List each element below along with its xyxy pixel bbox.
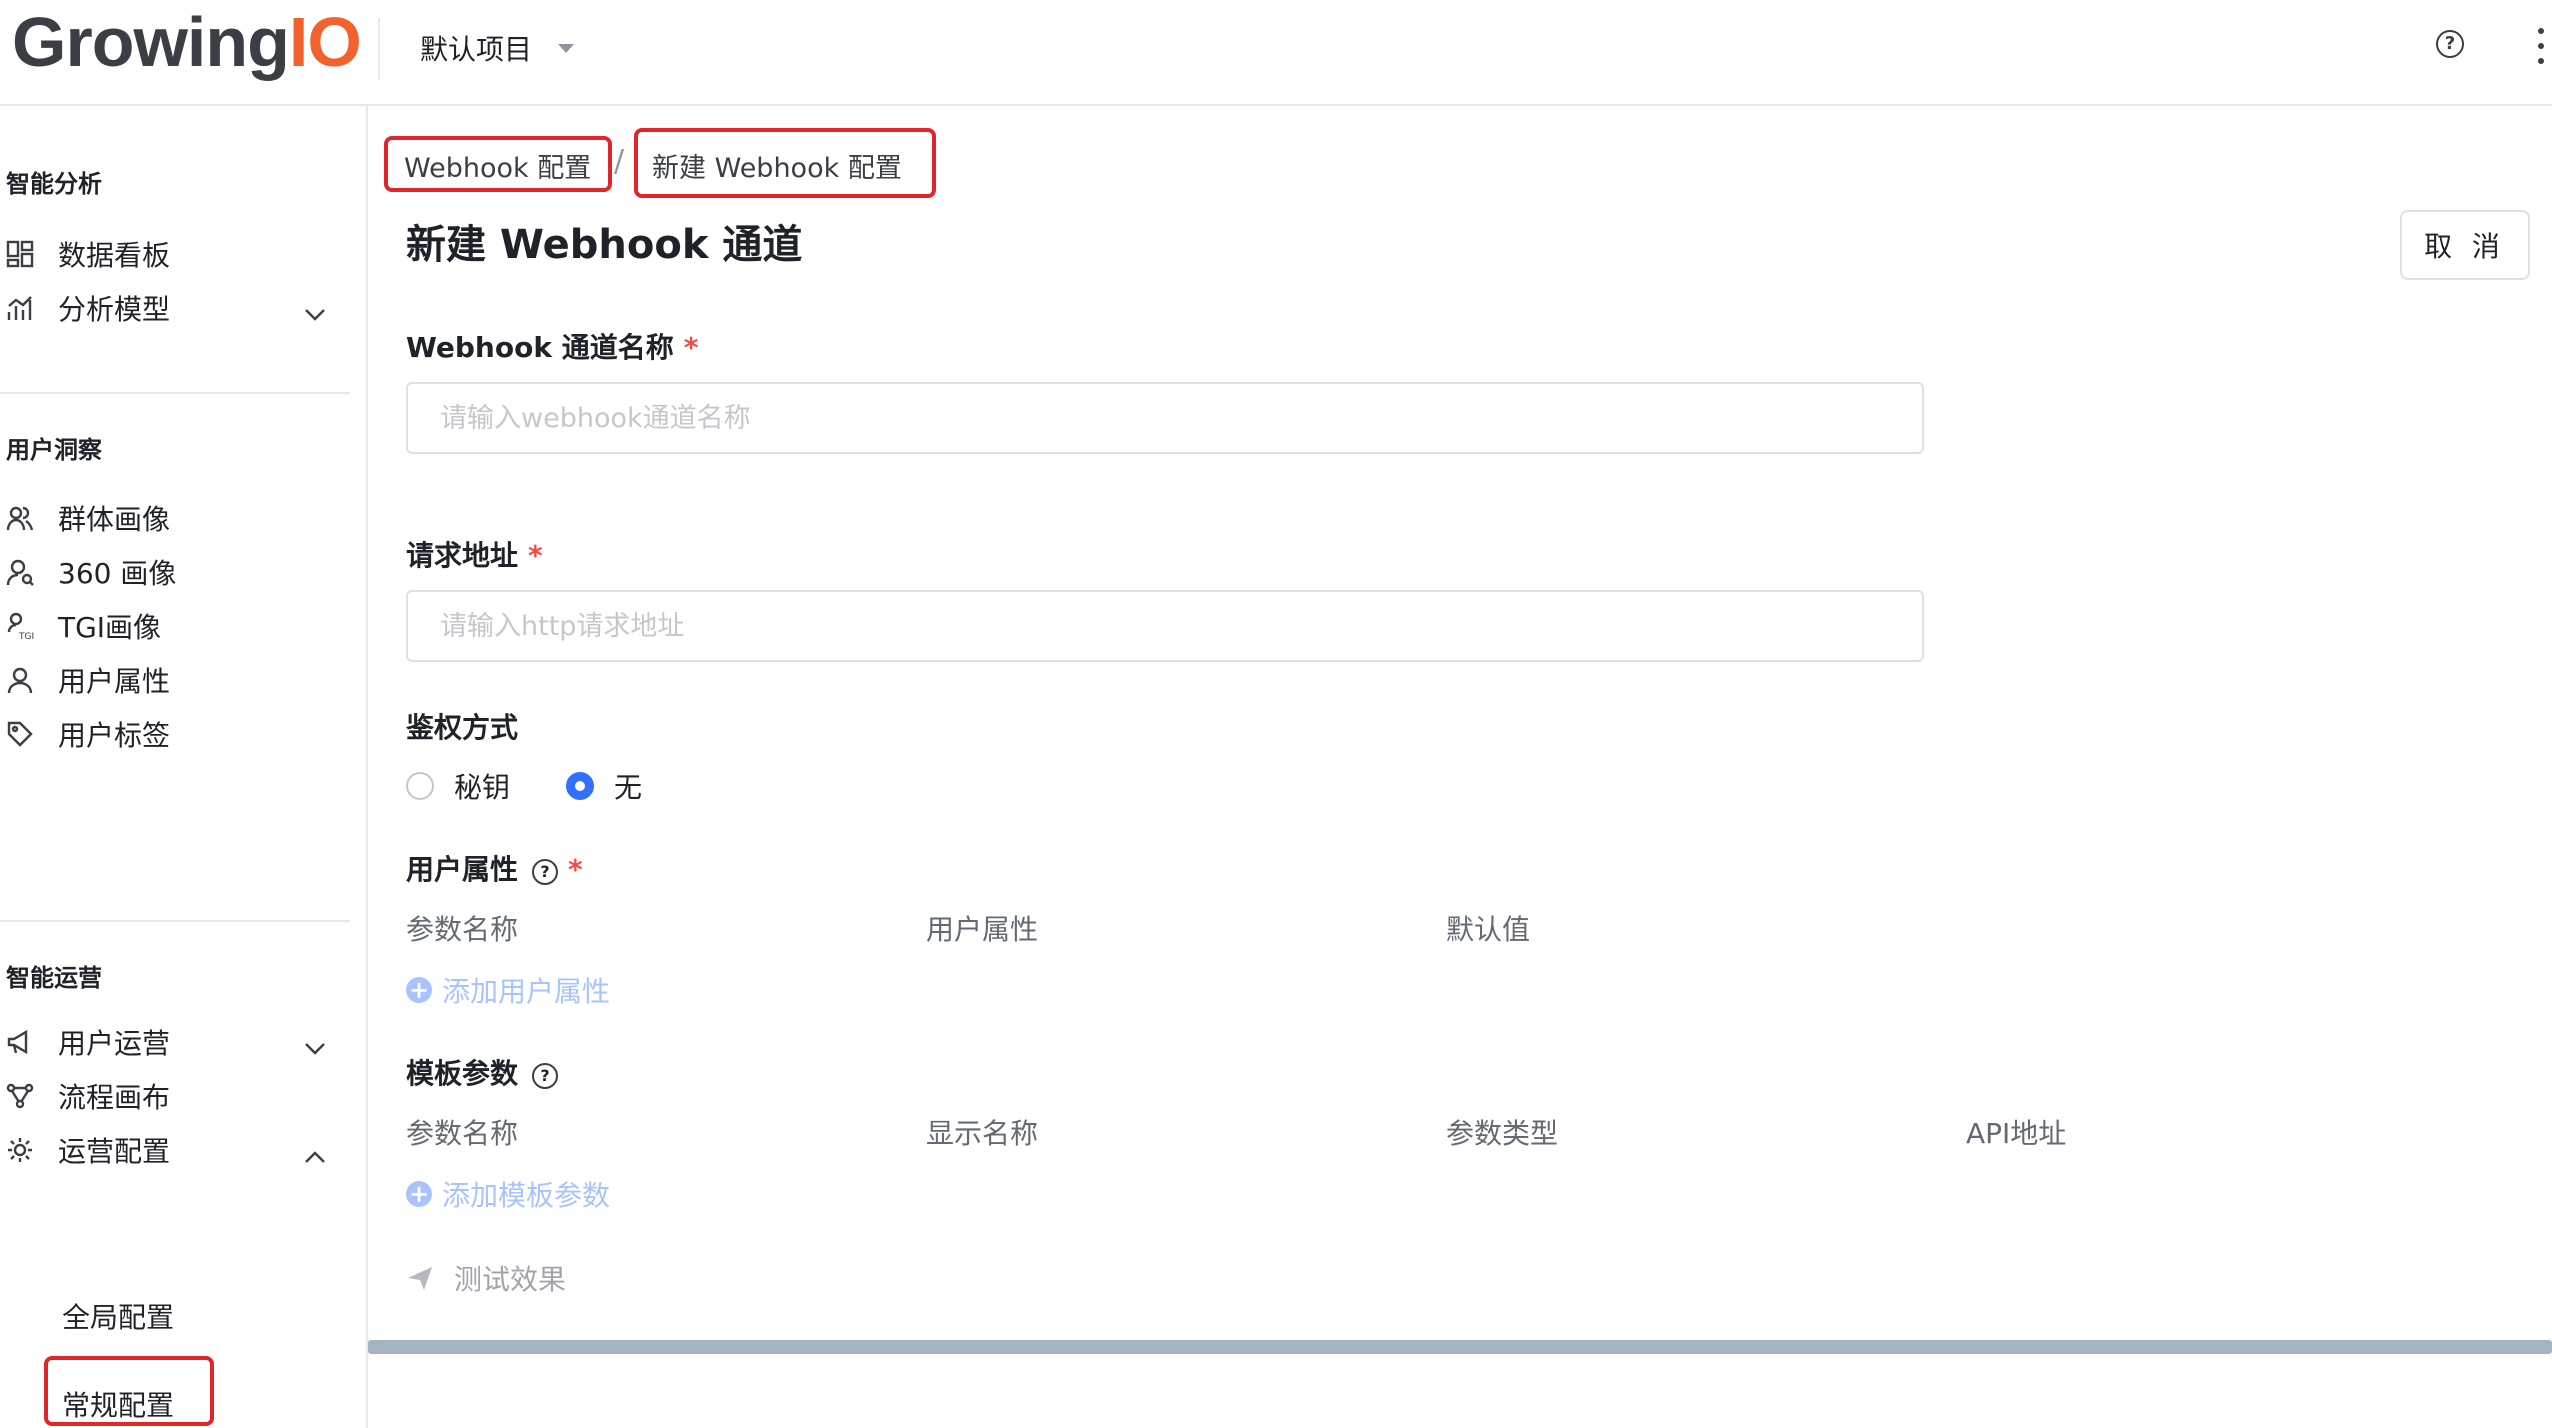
column-header: 默认值 [1446, 913, 1531, 946]
sidebar-section-smart-analysis: 智能分析 [6, 170, 102, 198]
add-template-param-button[interactable]: + 添加模板参数 [406, 1174, 610, 1214]
auth-radio-none[interactable]: 无 [566, 766, 642, 806]
project-select[interactable]: 默认项目 [420, 22, 575, 74]
sidebar-item-flow-canvas[interactable]: 流程画布 [0, 1066, 350, 1126]
column-header: 参数类型 [1446, 1117, 1559, 1150]
chevron-up-icon[interactable] [304, 1138, 326, 1171]
sidebar-item-user-ops[interactable]: 用户运营 [0, 1012, 350, 1072]
vertical-ellipsis-icon[interactable] [2538, 28, 2544, 64]
test-effect-label: 测试效果 [454, 1263, 567, 1296]
sidebar-item-user-tags[interactable]: 用户标签 [0, 704, 350, 764]
sidebar-item-label: 数据看板 [58, 239, 171, 272]
user-icon [6, 666, 34, 694]
chevron-down-icon[interactable] [304, 1030, 326, 1063]
svg-text:TGI: TGI [18, 632, 34, 640]
radio-label: 秘钥 [454, 771, 511, 804]
add-user-attribute-button[interactable]: + 添加用户属性 [406, 970, 610, 1010]
required-mark: * [683, 331, 699, 364]
growingio-logo[interactable]: GrowingIO [12, 2, 362, 82]
breadcrumb-separator: / [614, 144, 625, 179]
radio-circle [406, 772, 434, 800]
megaphone-icon [6, 1028, 34, 1056]
group-users-icon [6, 504, 34, 532]
sidebar-item-analysis-model[interactable]: 分析模型 [0, 278, 350, 338]
plus-circle-icon: + [406, 977, 432, 1003]
sidebar-item-label: 流程画布 [58, 1081, 171, 1114]
test-effect-button[interactable]: 测试效果 [406, 1258, 566, 1298]
sidebar-item-label: 分析模型 [58, 293, 171, 326]
highlight-box [44, 1356, 214, 1426]
request-url-label-text: 请求地址 [406, 539, 519, 572]
help-circle-icon[interactable]: ? [532, 1063, 559, 1089]
user-search-icon [6, 558, 34, 586]
radio-label: 无 [614, 771, 643, 804]
column-header: 参数名称 [406, 1117, 519, 1150]
auth-method-radio-group: 秘钥 无 [406, 766, 698, 806]
add-user-attribute-label: 添加用户属性 [442, 975, 611, 1008]
sidebar-item-label: 用户属性 [58, 665, 171, 698]
sidebar-item-label: 群体画像 [58, 503, 171, 536]
required-mark: * [568, 853, 583, 886]
request-url-input[interactable] [406, 590, 1924, 662]
header-divider [378, 18, 380, 80]
channel-name-label-text: Webhook 通道名称 [406, 331, 674, 364]
dashboard-icon [6, 240, 34, 268]
help-circle-icon[interactable]: ? [532, 859, 559, 885]
sidebar-item-group-profile[interactable]: 群体画像 [0, 488, 350, 548]
settings-icon [6, 1136, 34, 1164]
column-header: 参数名称 [406, 913, 519, 946]
channel-name-input[interactable] [406, 382, 1924, 454]
tag-icon [6, 720, 34, 748]
auth-method-label: 鉴权方式 [406, 711, 519, 744]
auth-radio-secret[interactable]: 秘钥 [406, 766, 510, 806]
sidebar-divider [0, 392, 350, 394]
highlight-box [634, 128, 936, 198]
project-name: 默认项目 [420, 33, 533, 66]
highlight-box [384, 136, 612, 192]
page-title: 新建 Webhook 通道 [406, 222, 803, 268]
send-icon [406, 1264, 434, 1292]
plus-circle-icon: + [406, 1181, 432, 1207]
help-icon[interactable]: ? [2436, 30, 2464, 58]
sidebar-item-label: 用户运营 [58, 1027, 171, 1060]
sidebar-item-tgi-profile[interactable]: TGI TGI画像 [0, 596, 350, 656]
user-attributes-label-text: 用户属性 [406, 853, 519, 886]
sidebar-item-360-profile[interactable]: 360 画像 [0, 542, 350, 602]
radio-circle [566, 772, 595, 800]
sidebar-item-label: 360 画像 [58, 557, 177, 590]
logo-accent-text: IO [288, 3, 362, 81]
sidebar-item-ops-config[interactable]: 运营配置 [0, 1120, 350, 1180]
column-header: 显示名称 [926, 1117, 1039, 1150]
top-header: GrowingIO 默认项目 ? [0, 0, 2552, 106]
chart-icon [6, 294, 34, 322]
sidebar-section-user-insight: 用户洞察 [6, 436, 102, 464]
sidebar-item-label: TGI画像 [58, 611, 162, 644]
add-template-param-label: 添加模板参数 [442, 1179, 611, 1212]
cancel-button[interactable]: 取 消 [2400, 210, 2530, 280]
sidebar-item-label: 运营配置 [58, 1135, 171, 1168]
caret-down-icon [558, 43, 575, 53]
sidebar-section-smart-ops: 智能运营 [6, 964, 102, 992]
template-params-label: 模板参数? [406, 1052, 559, 1092]
request-url-label: 请求地址 * [406, 534, 543, 574]
channel-name-label: Webhook 通道名称 * [406, 326, 698, 366]
sidebar-subitem-global-config[interactable]: 全局配置 [62, 1296, 174, 1336]
user-attributes-label: 用户属性? * [406, 848, 583, 888]
sidebar: 智能分析 数据看板 分析模型 用户洞察 群体画像 360 画像 TGI TGI画… [0, 106, 368, 1428]
sidebar-divider [0, 920, 350, 922]
sidebar-item-dashboard[interactable]: 数据看板 [0, 224, 350, 284]
tgi-icon: TGI [6, 612, 34, 640]
horizontal-scrollbar[interactable] [368, 1340, 2552, 1354]
column-header: API地址 [1966, 1117, 2067, 1150]
column-header: 用户属性 [926, 913, 1039, 946]
required-mark: * [528, 539, 543, 572]
chevron-down-icon[interactable] [304, 296, 326, 329]
flow-icon [6, 1082, 34, 1110]
sidebar-item-user-attributes[interactable]: 用户属性 [0, 650, 350, 710]
sidebar-item-label: 用户标签 [58, 719, 171, 752]
logo-main-text: Growing [12, 3, 290, 81]
template-params-label-text: 模板参数 [406, 1057, 519, 1090]
